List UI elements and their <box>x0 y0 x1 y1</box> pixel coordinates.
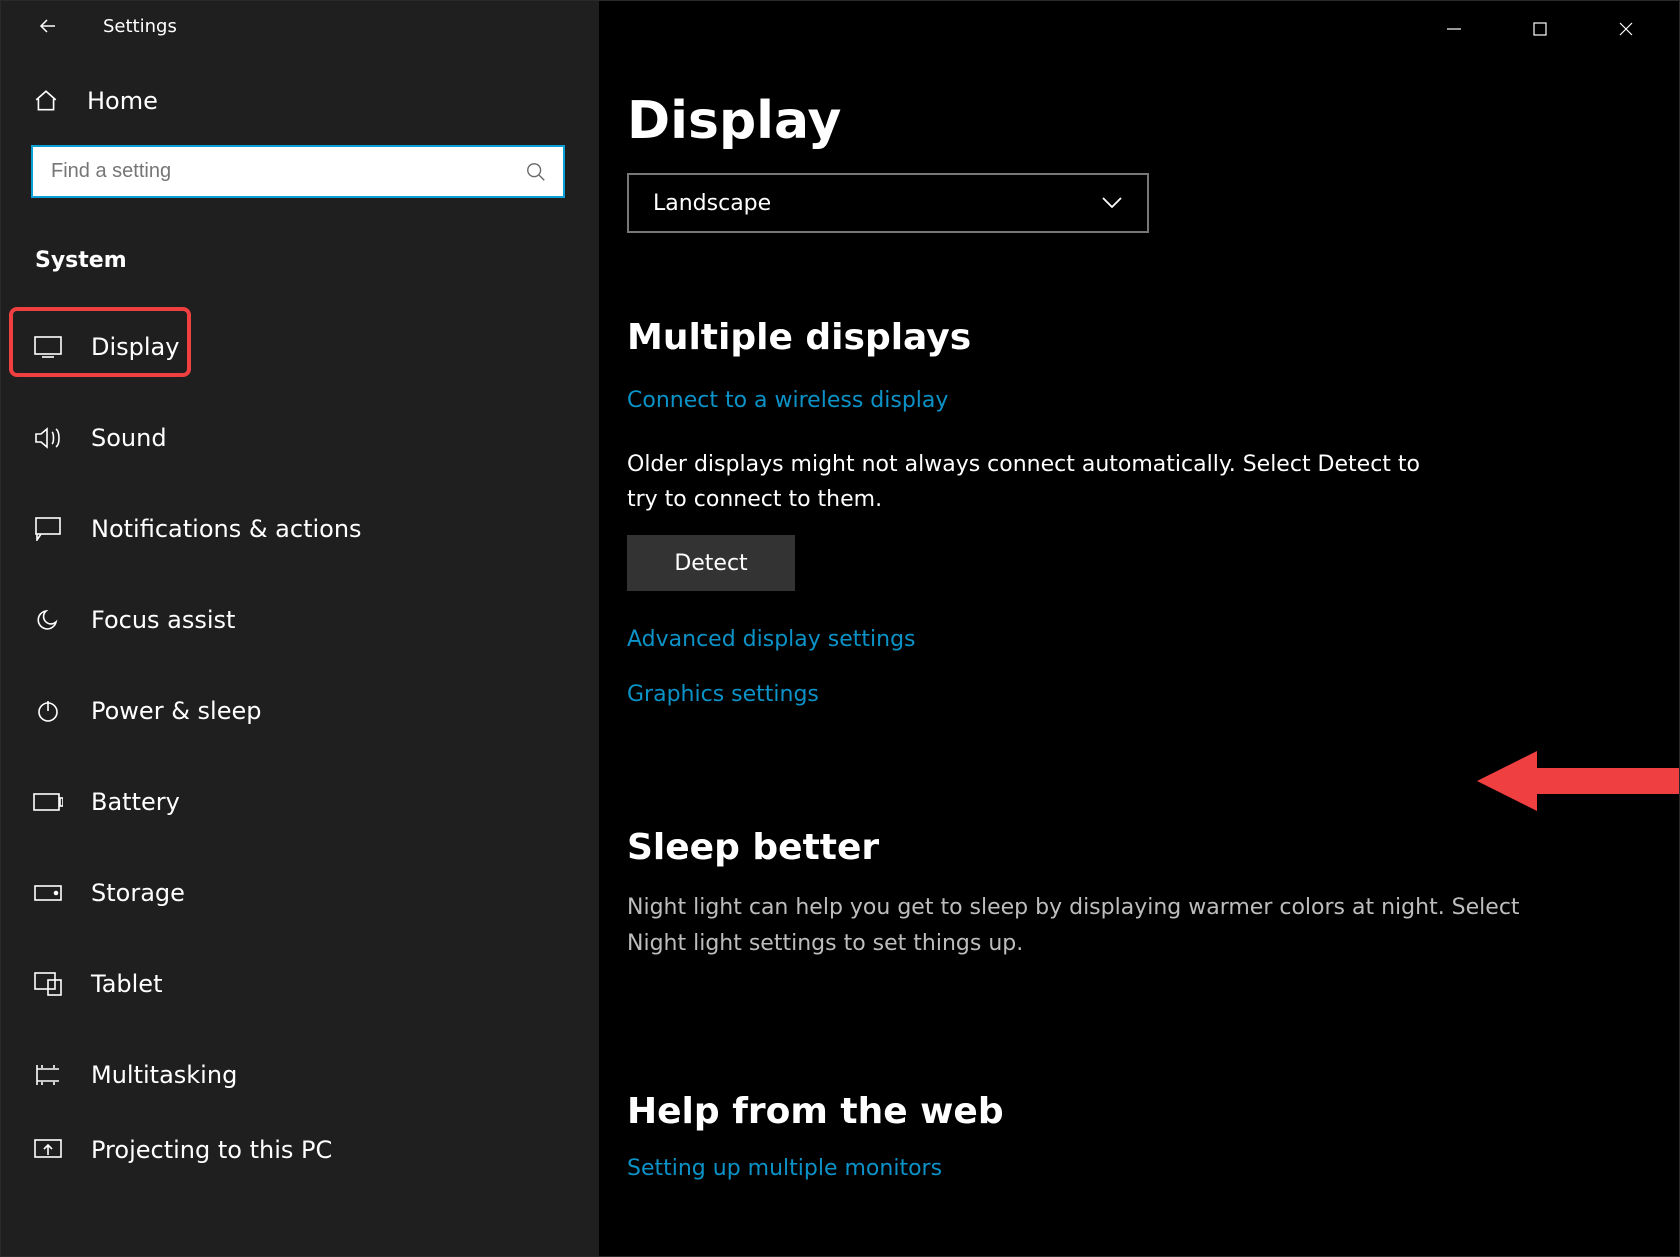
sidebar-item-multitasking[interactable]: Multitasking <box>1 1029 599 1120</box>
detect-button[interactable]: Detect <box>627 535 795 591</box>
notifications-icon <box>33 517 63 541</box>
window-controls <box>1411 7 1669 51</box>
button-label: Detect <box>674 551 747 576</box>
close-button[interactable] <box>1583 7 1669 51</box>
sidebar-section-label: System <box>1 198 599 273</box>
battery-icon <box>33 793 63 811</box>
home-icon <box>33 88 59 114</box>
back-button[interactable] <box>33 11 63 41</box>
sidebar-item-home[interactable]: Home <box>1 51 599 115</box>
sidebar-item-label: Sound <box>91 424 167 452</box>
sidebar-item-label: Focus assist <box>91 606 235 634</box>
multitasking-icon <box>33 1064 63 1086</box>
moon-icon <box>33 608 63 632</box>
search-input[interactable] <box>31 145 565 198</box>
link-setting-up-multiple-monitors[interactable]: Setting up multiple monitors <box>627 1156 942 1181</box>
sidebar-item-label: Projecting to this PC <box>91 1136 332 1164</box>
minimize-button[interactable] <box>1411 7 1497 51</box>
annotation-arrow <box>1477 746 1679 816</box>
text-older-displays: Older displays might not always connect … <box>627 447 1457 517</box>
search-icon <box>525 161 547 183</box>
sidebar-item-label: Multitasking <box>91 1061 237 1089</box>
sidebar-home-label: Home <box>87 87 158 115</box>
orientation-dropdown[interactable]: Landscape <box>627 173 1149 233</box>
storage-icon <box>33 885 63 901</box>
sidebar-item-label: Notifications & actions <box>91 515 362 543</box>
sidebar-item-power-sleep[interactable]: Power & sleep <box>1 665 599 756</box>
sidebar-item-label: Power & sleep <box>91 697 261 725</box>
maximize-button[interactable] <box>1497 7 1583 51</box>
maximize-icon <box>1533 22 1547 36</box>
sidebar-item-battery[interactable]: Battery <box>1 756 599 847</box>
heading-multiple-displays: Multiple displays <box>627 317 1619 358</box>
sidebar-item-display[interactable]: Display <box>1 301 599 392</box>
sidebar-item-tablet[interactable]: Tablet <box>1 938 599 1029</box>
heading-sleep-better: Sleep better <box>627 827 1619 868</box>
minimize-icon <box>1446 21 1462 37</box>
sidebar-item-label: Storage <box>91 879 185 907</box>
sidebar-item-label: Battery <box>91 788 180 816</box>
text-night-light: Night light can help you get to sleep by… <box>627 890 1572 960</box>
tablet-icon <box>33 972 63 996</box>
heading-help-from-web: Help from the web <box>627 1091 1619 1132</box>
display-icon <box>33 336 63 358</box>
power-icon <box>33 699 63 723</box>
arrow-left-icon <box>36 14 60 38</box>
search-container <box>1 115 599 198</box>
sidebar-item-projecting[interactable]: Projecting to this PC <box>1 1120 599 1180</box>
close-icon <box>1618 21 1634 37</box>
sidebar-item-storage[interactable]: Storage <box>1 847 599 938</box>
sidebar-item-notifications[interactable]: Notifications & actions <box>1 483 599 574</box>
main-content: Display Landscape Multiple displays Conn… <box>599 1 1679 1256</box>
link-graphics-settings[interactable]: Graphics settings <box>627 682 819 707</box>
link-connect-wireless-display[interactable]: Connect to a wireless display <box>627 388 948 413</box>
dropdown-value: Landscape <box>653 191 771 216</box>
sidebar-item-focus-assist[interactable]: Focus assist <box>1 574 599 665</box>
sidebar-item-label: Display <box>91 333 179 361</box>
sidebar-nav: Display Sound Notifications & actions Fo… <box>1 301 599 1180</box>
link-advanced-display-settings[interactable]: Advanced display settings <box>627 627 916 652</box>
sound-icon <box>33 426 63 450</box>
chevron-down-icon <box>1101 196 1123 210</box>
sidebar: Settings Home System Display Soun <box>1 1 599 1256</box>
titlebar: Settings <box>1 1 599 51</box>
projecting-icon <box>33 1139 63 1161</box>
sidebar-item-label: Tablet <box>91 970 162 998</box>
sidebar-item-sound[interactable]: Sound <box>1 392 599 483</box>
app-title: Settings <box>103 16 177 37</box>
